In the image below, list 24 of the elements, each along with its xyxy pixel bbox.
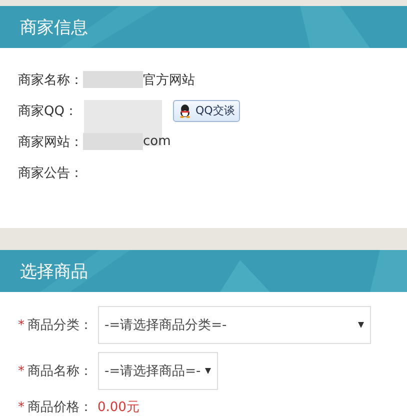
select-field[interactable]: -=请选择商品分类=- bbox=[98, 306, 370, 344]
field-label: 商家名称： bbox=[18, 72, 83, 88]
field-label: 商家QQ： bbox=[18, 102, 78, 120]
header-shape bbox=[300, 6, 370, 48]
section-title: 选择商品 bbox=[20, 260, 88, 282]
required-mark: * bbox=[18, 400, 24, 414]
header-shape bbox=[220, 260, 270, 292]
header-shape bbox=[370, 250, 407, 292]
field-label: 商品名称： bbox=[28, 363, 92, 380]
penguin-icon bbox=[178, 104, 192, 118]
field-label: 商家公告： bbox=[18, 164, 83, 182]
required-mark: * bbox=[18, 364, 24, 378]
required-mark: * bbox=[18, 318, 24, 332]
section-title: 商家信息 bbox=[20, 16, 88, 38]
field-label: 商家网站： bbox=[18, 134, 83, 150]
field-value: 官方网站 bbox=[143, 72, 195, 88]
qq-chat-button[interactable]: QQ交谈 bbox=[173, 100, 240, 122]
caret-icon bbox=[204, 368, 211, 374]
caret-icon bbox=[358, 322, 364, 328]
select-field[interactable]: -=请选择商品=- bbox=[98, 352, 218, 390]
field-label: 商品价格： bbox=[28, 399, 92, 416]
field-value: com bbox=[143, 134, 171, 149]
price-value: 0.00元 bbox=[98, 399, 140, 416]
field-label: 商品分类： bbox=[28, 317, 92, 334]
